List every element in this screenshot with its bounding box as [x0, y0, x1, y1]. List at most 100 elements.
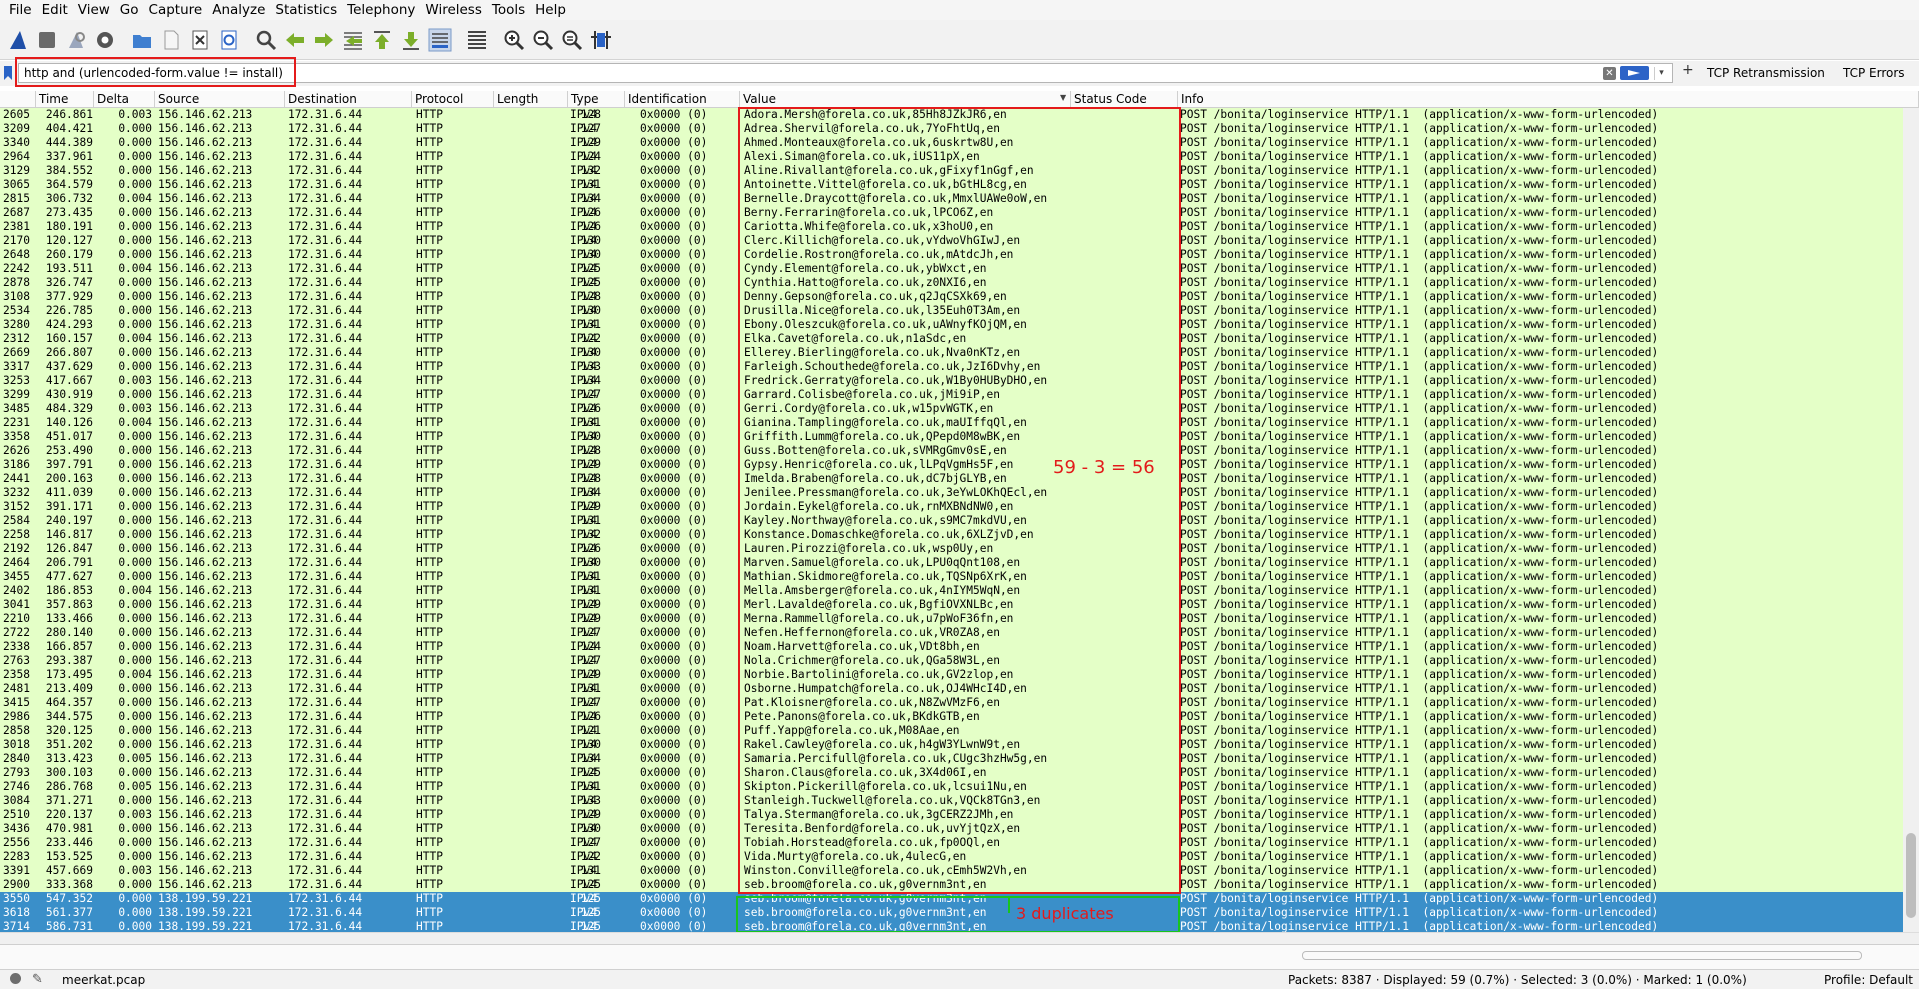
- filter-button-tcp-retransmission[interactable]: TCP Retransmission: [1707, 66, 1825, 80]
- column-header-destination[interactable]: Destination: [285, 91, 412, 107]
- packet-source: 156.146.62.213: [158, 878, 253, 891]
- restart-capture-icon[interactable]: [61, 24, 90, 56]
- packet-protocol: HTTP: [416, 668, 443, 681]
- reload-file-icon[interactable]: [214, 24, 243, 56]
- packet-number: 3455: [3, 570, 30, 583]
- zoom-in-icon[interactable]: [499, 24, 528, 56]
- menu-view[interactable]: View: [73, 0, 115, 20]
- packet-info: POST /bonita/loginservice HTTP/1.1 (appl…: [1180, 668, 1659, 681]
- menu-wireless[interactable]: Wireless: [420, 0, 487, 20]
- packet-info: POST /bonita/loginservice HTTP/1.1 (appl…: [1180, 654, 1659, 667]
- column-header-value[interactable]: Value: [740, 91, 1071, 107]
- packet-destination: 172.31.6.44: [288, 808, 363, 821]
- packet-info: POST /bonita/loginservice HTTP/1.1 (appl…: [1180, 472, 1659, 485]
- packet-number: 2964: [3, 150, 30, 163]
- packet-time: 133.466: [45, 612, 93, 625]
- packet-destination: 172.31.6.44: [288, 388, 363, 401]
- packet-destination: 172.31.6.44: [288, 710, 363, 723]
- filter-history-dropdown[interactable]: ▾: [1654, 67, 1668, 80]
- profile-label[interactable]: Profile: Default: [1824, 973, 1913, 987]
- menu-edit[interactable]: Edit: [37, 0, 73, 20]
- menu-capture[interactable]: Capture: [144, 0, 208, 20]
- packet-list-vertical-scrollbar[interactable]: [1903, 108, 1919, 932]
- go-back-icon[interactable]: [280, 24, 309, 56]
- menu-analyze[interactable]: Analyze: [207, 0, 270, 20]
- packet-identification: 0x0000 (0): [640, 598, 708, 611]
- packet-protocol: HTTP: [416, 332, 443, 345]
- packet-destination: 172.31.6.44: [288, 626, 363, 639]
- menu-tools[interactable]: Tools: [487, 0, 530, 20]
- packet-identification: 0x0000 (0): [640, 822, 708, 835]
- shark-fin-start-icon[interactable]: [3, 24, 32, 56]
- capture-file-name: meerkat.pcap: [62, 973, 146, 987]
- colorize-icon[interactable]: [462, 24, 491, 56]
- packet-details-pane[interactable]: [0, 944, 1919, 969]
- packet-list-horizontal-scrollbar[interactable]: [0, 932, 1919, 944]
- column-header-length[interactable]: Length: [494, 91, 568, 107]
- column-header-delta[interactable]: Delta: [94, 91, 155, 107]
- packet-destination: 172.31.6.44: [288, 766, 363, 779]
- open-file-icon[interactable]: [127, 24, 156, 56]
- capture-options-icon[interactable]: [90, 24, 119, 56]
- details-horizontal-scrollbar[interactable]: [1302, 951, 1862, 960]
- packet-type: IPv4: [570, 248, 597, 261]
- column-header-status-code[interactable]: Status Code: [1071, 91, 1178, 107]
- clear-filter-icon[interactable]: ✕: [1603, 67, 1616, 80]
- go-last-packet-icon[interactable]: [396, 24, 425, 56]
- filter-bookmark-icon[interactable]: [3, 65, 13, 81]
- column-header-type[interactable]: Type: [568, 91, 625, 107]
- packet-source: 156.146.62.213: [158, 290, 253, 303]
- find-packet-icon[interactable]: [251, 24, 280, 56]
- column-header-time[interactable]: Time: [36, 91, 94, 107]
- packet-identification: 0x0000 (0): [640, 920, 708, 932]
- filter-button-tcp-errors[interactable]: TCP Errors: [1843, 66, 1905, 80]
- resize-columns-icon[interactable]: [586, 24, 615, 56]
- packet-source: 156.146.62.213: [158, 206, 253, 219]
- packet-protocol: HTTP: [416, 304, 443, 317]
- expert-info-icon[interactable]: [10, 973, 21, 984]
- column-header-identification[interactable]: Identification: [625, 91, 740, 107]
- menu-help[interactable]: Help: [530, 0, 571, 20]
- packet-protocol: HTTP: [416, 150, 443, 163]
- add-filter-button[interactable]: +: [1682, 62, 1694, 78]
- packet-destination: 172.31.6.44: [288, 416, 363, 429]
- close-file-icon[interactable]: [185, 24, 214, 56]
- packet-destination: 172.31.6.44: [288, 906, 363, 919]
- capture-comment-icon[interactable]: ✎: [32, 972, 43, 987]
- packet-destination: 172.31.6.44: [288, 836, 363, 849]
- packet-protocol: HTTP: [416, 612, 443, 625]
- apply-filter-button[interactable]: [1620, 66, 1649, 80]
- normal-size-icon[interactable]: [557, 24, 586, 56]
- packet-time: 484.329: [45, 402, 93, 415]
- packet-time: 193.511: [45, 262, 93, 275]
- packet-number: 2381: [3, 220, 30, 233]
- packet-protocol: HTTP: [416, 682, 443, 695]
- go-to-packet-icon[interactable]: [338, 24, 367, 56]
- zoom-out-icon[interactable]: [528, 24, 557, 56]
- menu-statistics[interactable]: Statistics: [270, 0, 342, 20]
- packet-type: IPv4: [570, 696, 597, 709]
- column-header-source[interactable]: Source: [155, 91, 285, 107]
- packet-destination: 172.31.6.44: [288, 304, 363, 317]
- go-first-packet-icon[interactable]: [367, 24, 396, 56]
- packet-time: 160.157: [45, 332, 93, 345]
- column-header-protocol[interactable]: Protocol: [412, 91, 494, 107]
- go-forward-icon[interactable]: [309, 24, 338, 56]
- packet-destination: 172.31.6.44: [288, 220, 363, 233]
- menu-file[interactable]: File: [0, 0, 37, 20]
- packet-source: 156.146.62.213: [158, 682, 253, 695]
- column-header-no[interactable]: [0, 91, 36, 107]
- menu-go[interactable]: Go: [115, 0, 144, 20]
- vertical-scroll-thumb[interactable]: [1906, 833, 1916, 918]
- packet-type: IPv4: [570, 710, 597, 723]
- packet-type: IPv4: [570, 472, 597, 485]
- packet-delta: 0.000: [118, 458, 152, 471]
- save-file-icon[interactable]: [156, 24, 185, 56]
- column-header-info[interactable]: Info: [1178, 91, 1919, 107]
- auto-scroll-icon[interactable]: [425, 24, 454, 56]
- packet-source: 156.146.62.213: [158, 794, 253, 807]
- packet-delta: 0.000: [118, 710, 152, 723]
- stop-capture-icon[interactable]: [32, 24, 61, 56]
- menu-telephony[interactable]: Telephony: [342, 0, 420, 20]
- packet-identification: 0x0000 (0): [640, 878, 708, 891]
